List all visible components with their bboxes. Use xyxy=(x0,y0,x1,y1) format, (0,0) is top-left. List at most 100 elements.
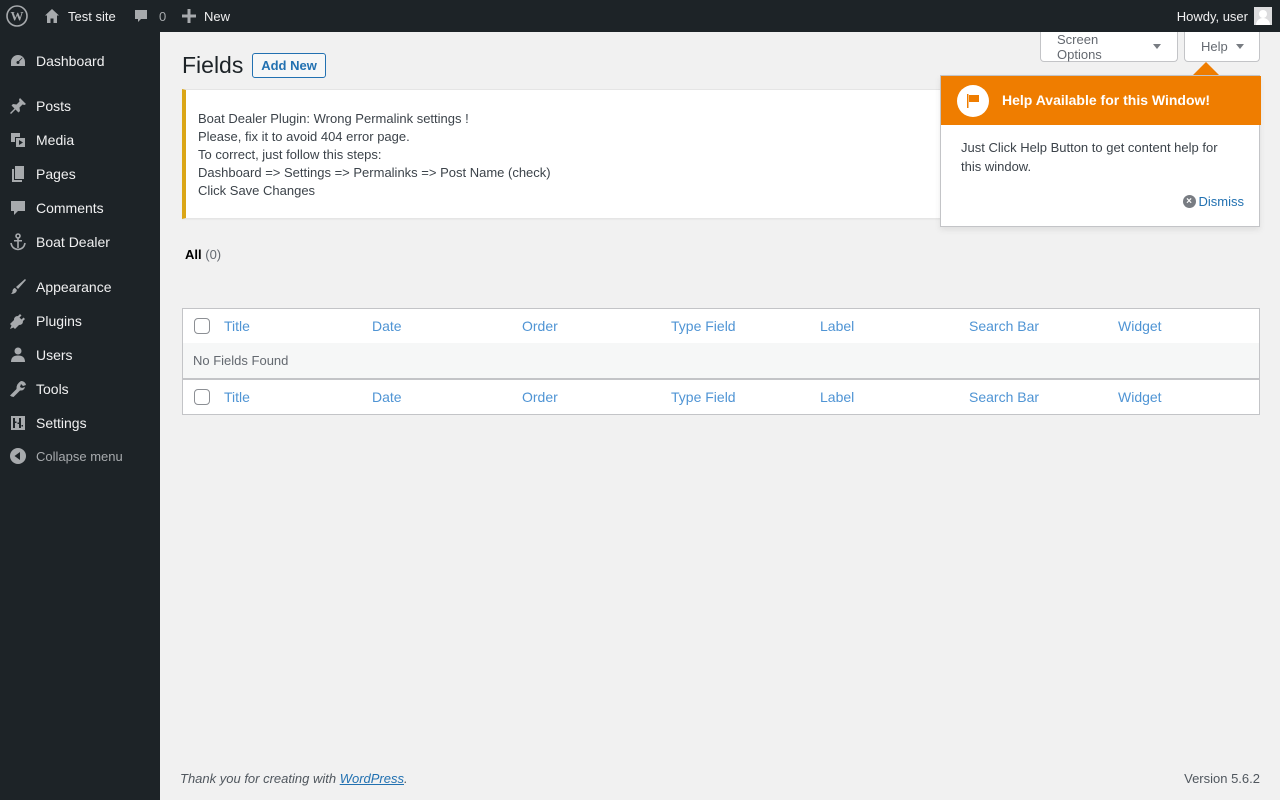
comments-link[interactable]: 0 xyxy=(133,0,166,32)
menu-label: Boat Dealer xyxy=(36,234,110,250)
brush-icon xyxy=(0,278,36,296)
anchor-icon xyxy=(0,233,36,251)
howdy-label: Howdy, user xyxy=(1176,8,1248,24)
menu-item-posts[interactable]: Posts xyxy=(0,89,160,123)
plugin-icon xyxy=(0,312,36,330)
menu-item-settings[interactable]: Settings xyxy=(0,406,160,440)
column-type-field[interactable]: Type Field xyxy=(671,389,736,405)
menu-item-appearance[interactable]: Appearance xyxy=(0,270,160,304)
pin-icon xyxy=(0,97,36,115)
media-icon xyxy=(0,131,36,149)
wrench-icon xyxy=(0,380,36,398)
help-pointer-popup: Help Available for this Window! Just Cli… xyxy=(940,75,1261,227)
dismiss-link[interactable]: × Dismiss xyxy=(1182,194,1245,209)
column-type-field[interactable]: Type Field xyxy=(671,318,736,334)
collapse-menu-button[interactable]: Collapse menu xyxy=(0,439,160,473)
footer-version: Version 5.6.2 xyxy=(1184,771,1260,786)
status-filter: All (0) xyxy=(185,247,221,262)
screen-options-label: Screen Options xyxy=(1057,31,1102,62)
new-label: New xyxy=(204,8,231,24)
dashboard-icon xyxy=(0,52,36,70)
admin-menu: Dashboard Posts Media Pages Comments Boa… xyxy=(0,32,160,800)
menu-label: Users xyxy=(36,347,73,363)
menu-item-boat-dealer[interactable]: Boat Dealer xyxy=(0,225,160,259)
new-content-link[interactable]: New xyxy=(182,0,230,32)
flag-icon xyxy=(957,85,989,117)
pages-icon xyxy=(0,165,36,183)
close-icon: × xyxy=(1182,195,1196,208)
filter-all-count: (0) xyxy=(205,247,222,262)
menu-item-users[interactable]: Users xyxy=(0,338,160,372)
column-search-bar[interactable]: Search Bar xyxy=(969,318,1039,334)
wordpress-logo-icon[interactable]: W xyxy=(6,0,28,32)
pointer-header: Help Available for this Window! xyxy=(941,76,1261,125)
menu-label: Plugins xyxy=(36,313,82,329)
column-title[interactable]: Title xyxy=(224,318,250,334)
menu-label: Settings xyxy=(36,415,87,431)
column-title[interactable]: Title xyxy=(224,389,250,405)
page-title: Fields xyxy=(182,52,244,78)
chevron-down-icon xyxy=(1235,44,1244,49)
add-new-button[interactable]: Add New xyxy=(252,53,326,78)
help-button[interactable]: Help xyxy=(1184,32,1260,62)
notice-line: To correct, just follow this steps: xyxy=(198,147,382,162)
select-all-checkbox[interactable] xyxy=(194,318,210,334)
menu-label: Dashboard xyxy=(36,53,105,69)
empty-message: No Fields Found xyxy=(193,353,289,368)
menu-label: Comments xyxy=(36,200,104,216)
menu-item-dashboard[interactable]: Dashboard xyxy=(0,44,160,78)
column-widget[interactable]: Widget xyxy=(1118,318,1162,334)
collapse-icon xyxy=(0,447,36,465)
menu-item-media[interactable]: Media xyxy=(0,123,160,157)
comment-icon xyxy=(133,8,149,24)
comments-count: 0 xyxy=(159,8,167,24)
footer-thanks-prefix: Thank you for creating with xyxy=(180,771,340,786)
site-name-link[interactable]: Test site xyxy=(44,0,116,32)
admin-bar: W Test site 0 New Howdy, user xyxy=(0,0,1280,32)
notice-line: Boat Dealer Plugin: Wrong Permalink sett… xyxy=(198,111,469,126)
screen-options-button[interactable]: Screen Options xyxy=(1040,32,1178,62)
menu-label: Appearance xyxy=(36,279,112,295)
menu-label: Media xyxy=(36,132,75,148)
comment-icon xyxy=(0,199,36,217)
pointer-arrow xyxy=(1193,62,1219,75)
column-search-bar[interactable]: Search Bar xyxy=(969,389,1039,405)
notice-line: Dashboard => Settings => Permalinks => P… xyxy=(198,165,551,180)
menu-item-plugins[interactable]: Plugins xyxy=(0,304,160,338)
help-label: Help xyxy=(1201,39,1228,54)
user-icon xyxy=(0,346,36,364)
plus-icon xyxy=(182,9,196,23)
menu-label: Posts xyxy=(36,98,72,114)
svg-text:W: W xyxy=(11,9,24,24)
menu-item-comments[interactable]: Comments xyxy=(0,191,160,225)
footer-thanks: Thank you for creating with WordPress. xyxy=(180,771,408,786)
column-label[interactable]: Label xyxy=(820,318,854,334)
avatar xyxy=(1254,7,1272,25)
menu-label: Tools xyxy=(36,381,69,397)
column-order[interactable]: Order xyxy=(522,318,558,334)
menu-item-tools[interactable]: Tools xyxy=(0,372,160,406)
menu-item-pages[interactable]: Pages xyxy=(0,157,160,191)
notice-line: Please, fix it to avoid 404 error page. xyxy=(198,129,410,144)
my-account-link[interactable]: Howdy, user xyxy=(1177,0,1272,32)
settings-icon xyxy=(0,414,36,432)
column-date[interactable]: Date xyxy=(372,389,402,405)
table-footer: Title Date Order Type Field Label Search… xyxy=(182,379,1260,415)
column-widget[interactable]: Widget xyxy=(1118,389,1162,405)
column-date[interactable]: Date xyxy=(372,318,402,334)
collapse-label: Collapse menu xyxy=(36,448,123,464)
notice-line: Click Save Changes xyxy=(198,183,316,198)
footer-thanks-suffix: . xyxy=(404,771,408,786)
column-label[interactable]: Label xyxy=(820,389,854,405)
pointer-body: Just Click Help Button to get content he… xyxy=(961,140,1218,174)
column-order[interactable]: Order xyxy=(522,389,558,405)
filter-all-link[interactable]: All xyxy=(185,247,202,262)
dismiss-label: Dismiss xyxy=(1198,194,1245,209)
home-icon xyxy=(44,8,60,24)
select-all-checkbox[interactable] xyxy=(194,389,210,405)
table-row: No Fields Found xyxy=(182,343,1260,379)
site-name-label: Test site xyxy=(68,8,116,24)
wordpress-link[interactable]: WordPress xyxy=(340,771,404,786)
chevron-down-icon xyxy=(1153,44,1161,49)
table-header: Title Date Order Type Field Label Search… xyxy=(182,308,1260,344)
